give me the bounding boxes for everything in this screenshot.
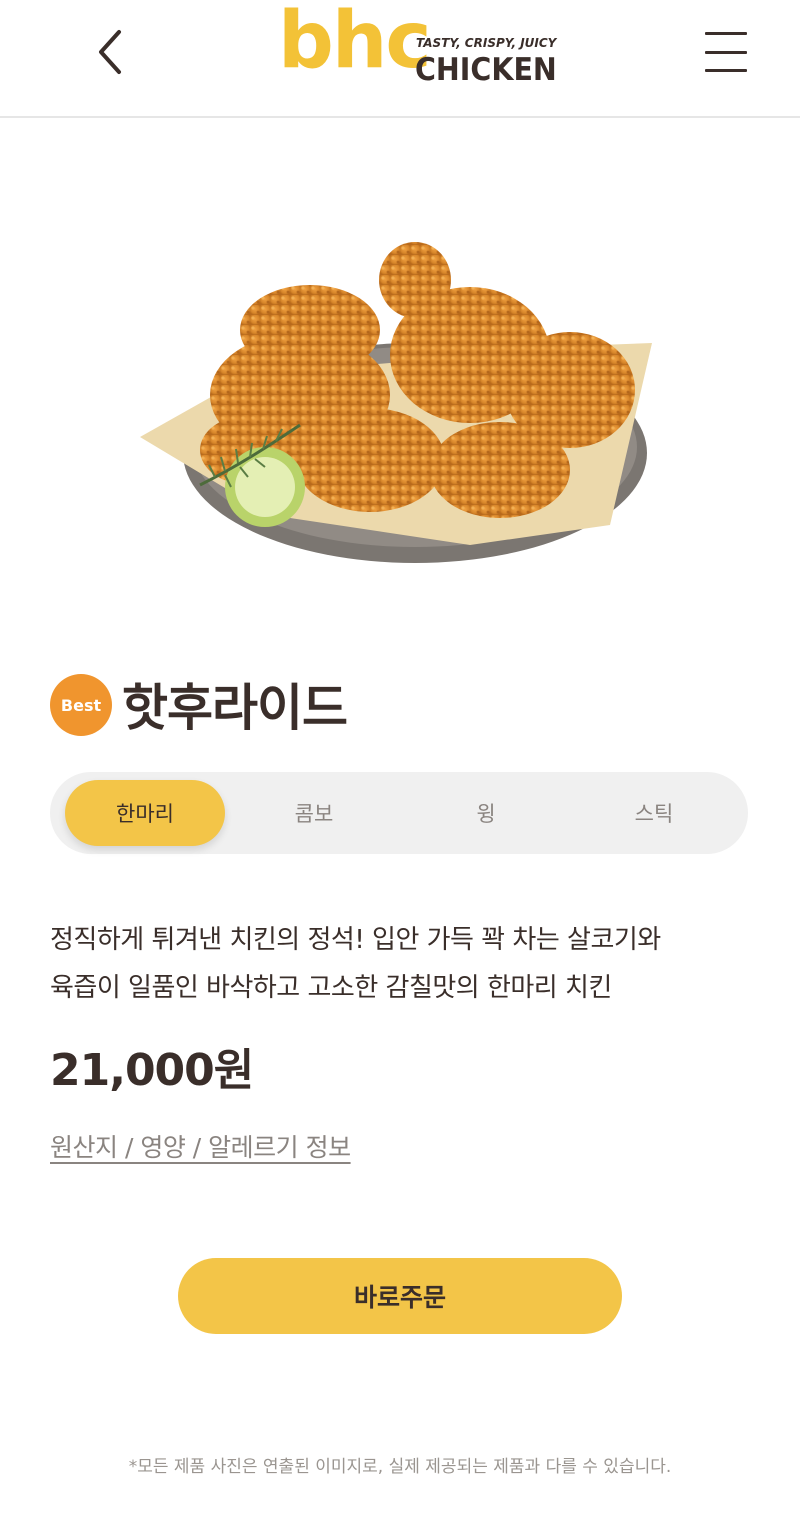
product-description: 정직하게 튀겨낸 치킨의 정석! 입안 가득 꽉 차는 살코기와 육즙이 일품인… — [50, 916, 750, 1012]
logo-sub-text: CHICKEN — [415, 52, 557, 88]
origin-nutrition-allergy-link[interactable]: 원산지 / 영양 / 알레르기 정보 — [50, 1128, 351, 1164]
back-button[interactable] — [86, 22, 134, 82]
hamburger-menu-icon — [705, 32, 747, 35]
tab-stick[interactable]: 스틱 — [574, 780, 734, 846]
menu-button[interactable] — [696, 28, 756, 76]
image-disclaimer: *모든 제품 사진은 연출된 이미지로, 실제 제공되는 제품과 다를 수 있습… — [128, 1457, 672, 1477]
description-line: 육즙이 일품인 바삭하고 고소한 감칠맛의 한마리 치킨 — [50, 973, 612, 1003]
product-image — [140, 242, 652, 563]
tab-combo[interactable]: 콤보 — [234, 780, 394, 846]
product-price: 21,000원 — [50, 1045, 254, 1096]
bhc-logo[interactable]: bhc TASTY, CRISPY, JUICY CHICKEN — [278, 2, 558, 90]
best-badge: Best — [50, 674, 112, 736]
tab-whole-chicken[interactable]: 한마리 — [65, 780, 225, 846]
description-line: 정직하게 튀겨낸 치킨의 정석! 입안 가득 꽉 차는 살코기와 — [50, 925, 661, 955]
product-title: 핫후라이드 — [122, 679, 348, 737]
logo-tagline: TASTY, CRISPY, JUICY — [416, 36, 557, 50]
app-header: bhc TASTY, CRISPY, JUICY CHICKEN — [0, 0, 800, 118]
order-now-button[interactable]: 바로주문 — [178, 1258, 622, 1334]
size-tabs: 한마리 콤보 윙 스틱 — [50, 772, 748, 854]
chevron-left-icon — [99, 30, 121, 74]
logo-brand-text: bhc — [278, 0, 432, 86]
tab-wing[interactable]: 윙 — [406, 780, 566, 846]
